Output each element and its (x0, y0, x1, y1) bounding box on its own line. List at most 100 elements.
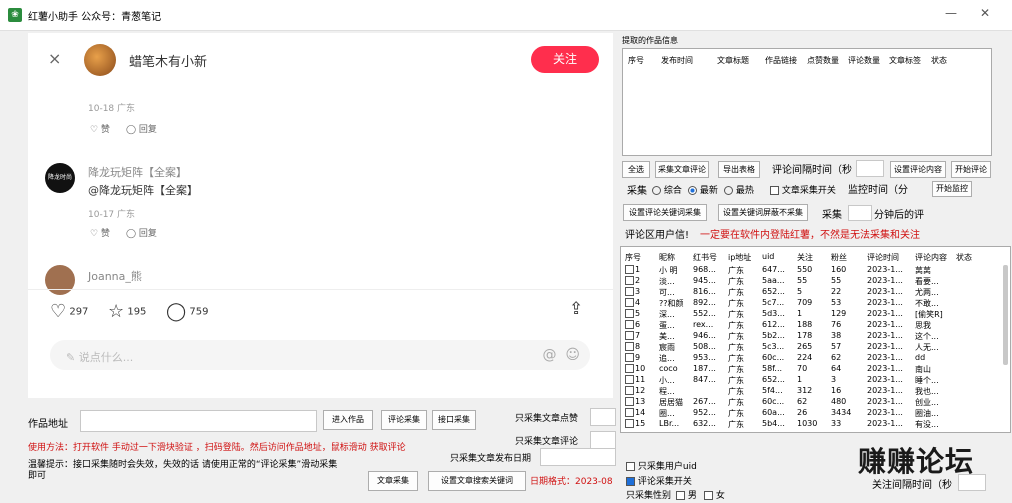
row-checkbox[interactable] (625, 364, 634, 373)
table-cell: 1 (635, 265, 641, 274)
set-comment-keyword-button[interactable]: 设置评论关键词采集 (623, 204, 707, 221)
table-row[interactable]: 14 圈... 952... 广东 60a... 26 3434 2023-1... 圈油... (621, 408, 1001, 419)
row-checkbox[interactable] (625, 276, 634, 285)
table-cell: 816... (693, 287, 716, 296)
table-row[interactable]: 2 淡... 945... 广东 5aa... 55 55 2023-1... 看要... (621, 276, 1001, 287)
like-button[interactable]: ♡ 赞 (90, 122, 110, 135)
table-row[interactable]: 8 宸雨 508... 广东 5c3... 265 57 2023-1... 人无... (621, 342, 1001, 353)
like-count[interactable]: ♡ 297 (50, 301, 88, 322)
table-cell: 创业... (915, 398, 939, 407)
table-row[interactable]: 7 美... 946... 广东 5b2... 178 38 2023-1... 这个... (621, 331, 1001, 342)
post-info-table[interactable]: 序号 发布时间 文章标题 作品链接 点赞数量 评论数量 文章标签 状态 (622, 48, 992, 156)
column-header: 点赞数量 (807, 56, 839, 65)
column-header: 关注 (797, 253, 813, 262)
row-checkbox[interactable] (625, 331, 634, 340)
table-row[interactable]: 12 程... 广东 5f4... 312 16 2023-1... 我也... (621, 386, 1001, 397)
star-count[interactable]: ☆ 195 (108, 301, 146, 322)
table-cell: 广东 (728, 321, 744, 330)
author-name[interactable]: 蜡笔木有小新 (129, 51, 207, 70)
minutes-input[interactable] (848, 205, 872, 221)
window-title: 红薯小助手 公众号：青葱笔记 (28, 12, 162, 23)
table-row[interactable]: 13 居居猫 267... 广东 60c... 62 480 2023-1... 创业... (621, 397, 1001, 408)
close-button[interactable]: ✕ (980, 6, 990, 20)
table-cell: 1 (797, 309, 803, 318)
table-row[interactable]: 1 小 明 968... 广东 647... 550 160 2023-1... 莴莴 (621, 265, 1001, 276)
comment-interval-input[interactable] (856, 160, 884, 177)
table-row[interactable]: 9 追... 953... 广东 60c... 224 62 2023-1... dd (621, 353, 1001, 364)
row-checkbox[interactable] (625, 353, 634, 362)
article-collect-toggle[interactable]: 文章采集开关 (770, 183, 836, 196)
row-checkbox[interactable] (625, 342, 634, 351)
radio-hottest[interactable]: 最热 (724, 183, 754, 196)
table-cell: 不敢... (915, 299, 939, 308)
row-checkbox[interactable] (625, 397, 634, 406)
male-toggle[interactable]: 男 (676, 488, 697, 501)
comment-input[interactable]: ✎ 说点什么... @ ☺ (50, 340, 590, 370)
reply-button[interactable]: ◯ 回复 (126, 122, 157, 135)
url-input[interactable] (80, 410, 317, 432)
emoji-icon[interactable]: ☺ (565, 347, 580, 363)
commenter-name[interactable]: Joanna_熊 (88, 268, 142, 284)
at-icon[interactable]: @ (542, 347, 556, 363)
row-checkbox[interactable] (625, 287, 634, 296)
comment-collect-button[interactable]: 评论采集 (381, 410, 427, 430)
row-checkbox[interactable] (625, 386, 634, 395)
share-icon[interactable]: ⇪ (569, 299, 583, 319)
set-comment-content-button[interactable]: 设置评论内容 (890, 161, 946, 178)
start-comment-button[interactable]: 开始评论 (951, 161, 991, 178)
article-collect-button[interactable]: 文章采集 (368, 471, 418, 491)
scrollbar[interactable] (1003, 265, 1008, 365)
row-checkbox[interactable] (625, 298, 634, 307)
comment-collect-toggle[interactable]: 评论采集开关 (626, 474, 692, 487)
date-filter-input[interactable] (540, 448, 616, 466)
table-row[interactable]: 4 ??和颜 892... 广东 5c7... 709 53 2023-1... 不敢... (621, 298, 1001, 309)
table-cell: 广东 (728, 420, 744, 429)
table-row[interactable]: 5 深... 552... 广东 5d3... 1 129 2023-1... [偷笑R] (621, 309, 1001, 320)
row-checkbox[interactable] (625, 309, 634, 318)
likes-filter-input[interactable] (590, 408, 616, 426)
select-all-button[interactable]: 全选 (622, 161, 650, 178)
reply-button[interactable]: ◯ 回复 (126, 226, 157, 239)
mention-emoji-icons[interactable]: @ ☺ (542, 347, 580, 363)
commenter-name[interactable]: 降龙玩矩阵【全案】 (88, 164, 187, 180)
table-cell: 612... (762, 320, 785, 329)
commenter-avatar[interactable]: 降龙时尚 (45, 163, 75, 193)
follow-button[interactable]: 关注 (531, 46, 599, 73)
set-block-keyword-button[interactable]: 设置关键词屏蔽不采集 (718, 204, 808, 221)
row-checkbox[interactable] (625, 320, 634, 329)
start-monitor-button[interactable]: 开始监控 (932, 181, 972, 197)
radio-comprehensive[interactable]: 综合 (652, 183, 682, 196)
enter-post-button[interactable]: 进入作品 (323, 410, 373, 430)
table-row[interactable]: 3 可... 816... 广东 652... 5 22 2023-1... 尤两... (621, 287, 1001, 298)
row-checkbox[interactable] (625, 408, 634, 417)
row-checkbox[interactable] (625, 265, 634, 274)
api-collect-button[interactable]: 接口采集 (432, 410, 476, 430)
female-toggle[interactable]: 女 (704, 488, 725, 501)
user-table[interactable]: 序号 昵称 红书号 ip地址 uid 关注 粉丝 评论时间 评论内容 状态 1 小… (620, 246, 1011, 433)
table-cell: 5c3... (762, 342, 785, 351)
close-note-icon[interactable]: × (48, 49, 61, 68)
table-cell: 952... (693, 408, 716, 417)
table-cell: 709 (797, 298, 813, 307)
like-button[interactable]: ♡ 赞 (90, 226, 110, 239)
table-row[interactable]: 15 LBr... 632... 广东 5b4... 1030 33 2023-1... 有没.… (621, 419, 1001, 430)
table-row[interactable]: 6 蛋... rex... 广东 612... 188 76 2023-1... 思我 (621, 320, 1001, 331)
table-cell: 广东 (728, 343, 744, 352)
minimize-button[interactable]: — (945, 6, 957, 20)
table-cell: 4 (635, 298, 641, 307)
table-cell: 847... (693, 375, 716, 384)
table-row[interactable]: 10 coco 187... 广东 58f... 70 64 2023-1... 南山 (621, 364, 1001, 375)
table-cell: 广东 (728, 398, 744, 407)
comments-filter-input[interactable] (590, 431, 616, 449)
table-row[interactable]: 11 小... 847... 广东 652... 1 3 2023-1... 睡个... (621, 375, 1001, 386)
comment-count[interactable]: ◯ 759 (166, 301, 208, 322)
row-checkbox[interactable] (625, 375, 634, 384)
collect-comments-button[interactable]: 采集文章评论 (655, 161, 709, 178)
author-avatar[interactable] (84, 44, 116, 76)
export-table-button[interactable]: 导出表格 (718, 161, 760, 178)
row-checkbox[interactable] (625, 419, 634, 428)
commenter-avatar[interactable] (45, 265, 75, 295)
radio-newest[interactable]: 最新 (688, 183, 718, 196)
set-keyword-button[interactable]: 设置文章搜索关键词 (428, 471, 526, 491)
only-uid-toggle[interactable]: 只采集用户uid (626, 459, 697, 472)
